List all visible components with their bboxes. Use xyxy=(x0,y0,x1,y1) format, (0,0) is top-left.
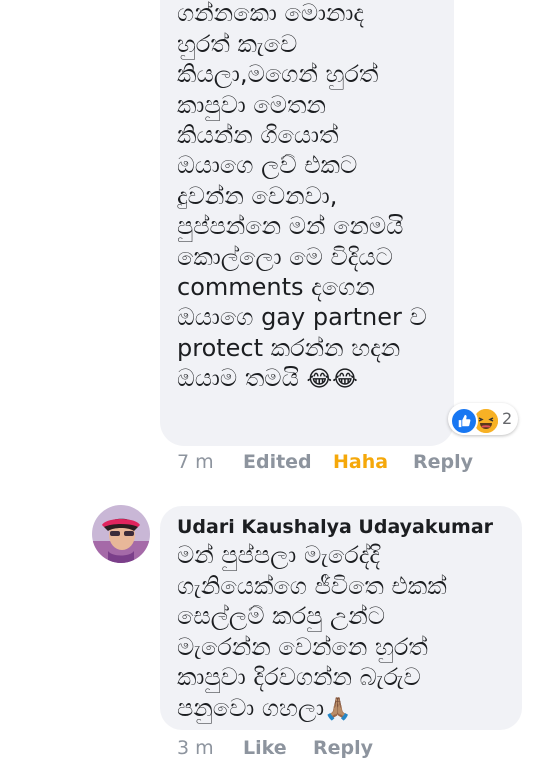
comment-text: මන් පුප්පලා මැරෙද්දි ගැනියෙක්ගෙ ජීවිතෙ එ… xyxy=(177,540,507,726)
comment-bubble: Udari Kaushalya Udayakumar මන් පුප්පලා ම… xyxy=(160,506,522,730)
like-button[interactable]: Like xyxy=(243,737,287,759)
praying-hands-emoji: 🙏🏽 xyxy=(324,696,352,722)
comment-text: උත්තර බදිද්දි දැන ගන්නකො මොනාද හුරත් කැව… xyxy=(177,0,447,396)
comment-timestamp[interactable]: 7 m xyxy=(177,451,214,473)
reply-button[interactable]: Reply xyxy=(313,737,373,759)
comment-body: උත්තර බදිද්දි දැන ගන්නකො මොනාද හුරත් කැව… xyxy=(177,0,427,393)
comment-body: මන් පුප්පලා මැරෙද්දි ගැනියෙක්ගෙ ජීවිතෙ එ… xyxy=(177,541,447,722)
avatar[interactable] xyxy=(92,505,150,563)
reaction-count: 2 xyxy=(502,409,513,428)
comment-timestamp[interactable]: 3 m xyxy=(177,737,214,759)
haha-reaction-button[interactable]: Haha xyxy=(333,451,388,473)
comment-author[interactable]: Udari Kaushalya Udayakumar xyxy=(177,516,493,538)
laughing-emoji: 😂😂 xyxy=(306,367,358,393)
reply-button[interactable]: Reply xyxy=(413,451,473,473)
edited-label[interactable]: Edited xyxy=(243,451,312,473)
like-icon xyxy=(450,407,478,435)
reaction-summary[interactable]: 2 xyxy=(448,403,518,435)
comment-bubble: උත්තර බදිද්දි දැන ගන්නකො මොනාද හුරත් කැව… xyxy=(160,0,454,446)
